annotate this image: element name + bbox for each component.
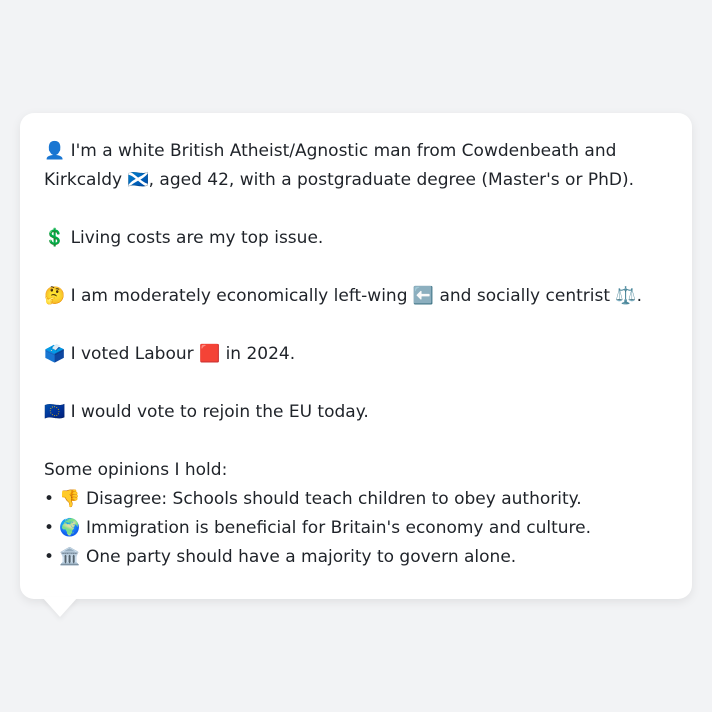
eu-stance-text: 🇪🇺 I would vote to rejoin the EU today. xyxy=(44,402,369,422)
vote-history-text: 🗳️ I voted Labour 🟥 in 2024. xyxy=(44,344,296,364)
persona-intro-text: 👤 I'm a white British Atheist/Agnostic m… xyxy=(44,141,634,190)
opinion-item: • 🏛️ One party should have a majority to… xyxy=(44,547,517,567)
opinions-heading: Some opinions I hold: xyxy=(44,460,228,480)
bubble-tail xyxy=(42,597,78,617)
persona-message-bubble: 👤 I'm a white British Atheist/Agnostic m… xyxy=(20,113,692,599)
opinion-item: • 👎 Disagree: Schools should teach child… xyxy=(44,489,582,509)
top-issue-text: 💲 Living costs are my top issue. xyxy=(44,228,324,248)
chat-bubble-container: 👤 I'm a white British Atheist/Agnostic m… xyxy=(20,113,692,617)
ideology-text: 🤔 I am moderately economically left-wing… xyxy=(44,286,642,306)
opinion-item: • 🌍 Immigration is beneficial for Britai… xyxy=(44,518,592,538)
